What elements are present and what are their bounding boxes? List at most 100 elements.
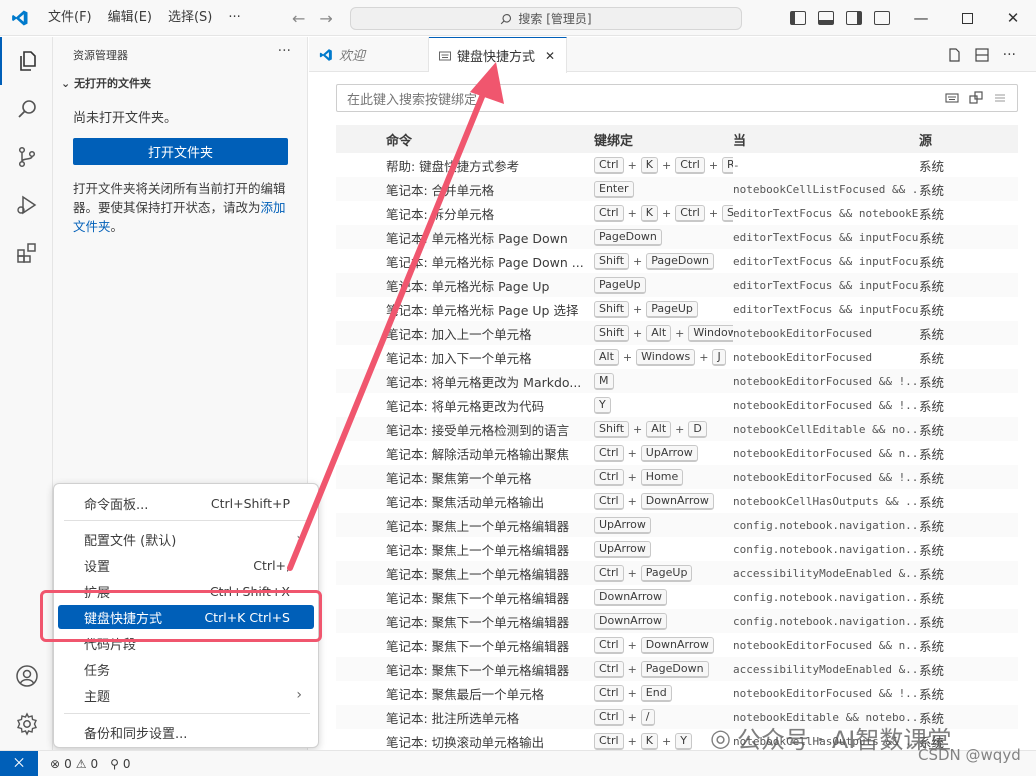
key-separator: + xyxy=(633,254,643,268)
account-icon[interactable] xyxy=(0,652,53,700)
csdn-watermark: CSDN @wqyd xyxy=(918,746,1021,764)
menu-item-shortcut: Ctrl+, xyxy=(253,557,290,573)
menu-item-tasks[interactable]: 任务 xyxy=(58,657,314,681)
back-arrow-icon[interactable]: ← xyxy=(292,9,305,28)
key-separator: + xyxy=(662,734,672,748)
row-command: 笔记本: 批注所选单元格 xyxy=(386,710,520,726)
maximize-button[interactable] xyxy=(944,0,990,36)
key-separator: + xyxy=(627,710,637,724)
table-row[interactable]: 笔记本: 单元格光标 Page Up 选择 Shift + PageUp editorT… xyxy=(336,297,1018,321)
close-button[interactable]: ✕ xyxy=(990,0,1036,36)
table-row[interactable]: 笔记本: 聚焦下一个单元格编辑器 Ctrl + DownArrow notebookEd… xyxy=(336,633,1018,657)
table-row[interactable]: 笔记本: 聚焦上一个单元格编辑器 UpArrow config.notebook.n… xyxy=(336,513,1018,537)
row-command: 笔记本: 聚焦下一个单元格编辑器 xyxy=(386,638,570,654)
menu-item-command-palette[interactable]: 命令面板... Ctrl+Shift+P xyxy=(58,491,314,515)
extensions-icon[interactable] xyxy=(0,229,53,277)
table-row[interactable]: 笔记本: 接受单元格检测到的语言 Shift + Alt + DnotebookCellE… xyxy=(336,417,1018,441)
row-when: config.notebook.navigation... xyxy=(733,614,919,628)
header-when[interactable]: 当 xyxy=(733,130,919,149)
customize-layout-icon[interactable] xyxy=(874,11,890,25)
menu-item-themes[interactable]: 主题 › xyxy=(58,683,314,707)
key-cap: DownArrow xyxy=(594,588,668,606)
row-keybinding: UpArrow xyxy=(594,540,733,558)
row-source: 系统 xyxy=(919,374,945,390)
wechat-watermark: ◎ 公众号 · AI智数课堂 xyxy=(710,720,951,755)
more-actions-icon[interactable]: ··· xyxy=(1003,47,1016,63)
explorer-icon[interactable] xyxy=(0,37,53,85)
run-debug-icon[interactable] xyxy=(0,181,53,229)
source-control-icon[interactable] xyxy=(0,133,53,181)
minimize-button[interactable]: — xyxy=(898,0,944,36)
table-row[interactable]: 笔记本: 聚焦上一个单元格编辑器 UpArrow config.notebook.n… xyxy=(336,537,1018,561)
sort-precedence-icon[interactable] xyxy=(969,91,983,105)
tab-label: 欢迎 xyxy=(339,49,366,64)
open-folder-button[interactable]: 打开文件夹 xyxy=(73,138,288,165)
remote-indicator-icon[interactable]: ⨉ xyxy=(0,750,38,776)
table-row[interactable]: 笔记本: 聚焦下一个单元格编辑器 Ctrl + PageDown accessibili… xyxy=(336,657,1018,681)
table-row[interactable]: 笔记本: 聚焦上一个单元格编辑器 Ctrl + PageUp accessibility… xyxy=(336,561,1018,585)
row-when: notebookCellHasOutputs && ... xyxy=(733,494,919,508)
table-row[interactable]: 笔记本: 单元格光标 Page Down PageDown editorTextFo… xyxy=(336,225,1018,249)
key-cap: End xyxy=(640,684,672,702)
menu-item-settings-sync[interactable]: 备份和同步设置... xyxy=(58,720,314,744)
header-keybinding[interactable]: 键绑定 xyxy=(594,130,733,149)
menu-item-profile[interactable]: 配置文件 (默认) › xyxy=(58,527,314,551)
key-cap: / xyxy=(640,708,655,726)
table-row[interactable]: 帮助: 键盘快捷方式参考 Ctrl + K + Ctrl + R - 系统 xyxy=(336,153,1018,177)
key-separator: + xyxy=(708,158,719,172)
search-icon[interactable] xyxy=(0,85,53,133)
table-row[interactable]: 笔记本: 单元格光标 Page Up PageUp editorTextFocus … xyxy=(336,273,1018,297)
table-row[interactable]: 笔记本: 将单元格更改为代码 YnotebookEditorFocused && … xyxy=(336,393,1018,417)
menu-item-shortcut: Ctrl+Shift+P xyxy=(210,495,290,511)
table-row[interactable]: 笔记本: 聚焦最后一个单元格 Ctrl + End notebookEditorFocu… xyxy=(336,681,1018,705)
problems-status[interactable]: ⊗ 0 ⚠ 0 xyxy=(50,757,98,771)
sidebar-more-button[interactable]: ··· xyxy=(278,43,291,59)
table-row[interactable]: 笔记本: 聚焦下一个单元格编辑器 DownArrow config.notebook… xyxy=(336,585,1018,609)
menu-selection[interactable]: 选择(S) xyxy=(160,0,220,36)
record-keys-icon[interactable] xyxy=(945,91,959,105)
toggle-secondary-sidebar-icon[interactable] xyxy=(846,11,862,25)
activity-bar xyxy=(0,37,53,750)
table-row[interactable]: 笔记本: 聚焦活动单元格输出 Ctrl + DownArrow notebookCell… xyxy=(336,489,1018,513)
no-folder-section[interactable]: ⌄ 无打开的文件夹 xyxy=(61,75,151,91)
ports-status[interactable]: ⚲ 0 xyxy=(110,757,130,771)
menu-item-settings[interactable]: 设置 Ctrl+, xyxy=(58,553,314,577)
table-row[interactable]: 笔记本: 解除活动单元格输出聚焦 Ctrl + UpArrow notebookEdit… xyxy=(336,441,1018,465)
clear-search-icon[interactable] xyxy=(993,91,1007,105)
row-keybinding: UpArrow xyxy=(594,516,733,534)
keybindings-search-input[interactable]: 在此键入搜索按键绑定 xyxy=(336,84,1018,112)
key-cap: Alt xyxy=(594,348,619,366)
table-row[interactable]: 笔记本: 聚焦下一个单元格编辑器 DownArrow config.notebook… xyxy=(336,609,1018,633)
warning-icon: ⚠ xyxy=(75,756,87,771)
menu-edit[interactable]: 编辑(E) xyxy=(100,0,160,36)
table-row[interactable]: 笔记本: 合并单元格 Enter notebookCellListFocused &… xyxy=(336,177,1018,201)
key-separator: + xyxy=(708,206,719,220)
split-editor-icon[interactable] xyxy=(975,47,989,62)
row-source: 系统 xyxy=(919,350,945,366)
key-cap: PageDown xyxy=(640,660,709,678)
table-row[interactable]: 笔记本: 聚焦第一个单元格 Ctrl + Home notebookEditorFocu… xyxy=(336,465,1018,489)
command-center-search[interactable]: 搜索 [管理员] xyxy=(350,7,742,30)
table-row[interactable]: 笔记本: 将单元格更改为 Markdo... MnotebookEditorFoc… xyxy=(336,369,1018,393)
tab-keyboard-shortcuts[interactable]: 键盘快捷方式 ✕ xyxy=(429,37,567,73)
toggle-sidebar-icon[interactable] xyxy=(790,11,806,25)
tab-welcome[interactable]: 欢迎 xyxy=(309,37,429,72)
toggle-panel-icon[interactable] xyxy=(818,11,834,25)
open-json-icon[interactable] xyxy=(947,47,961,62)
key-separator: + xyxy=(627,566,637,580)
table-row[interactable]: 笔记本: 加入下一个单元格 Alt + Windows + JnotebookEditor… xyxy=(336,345,1018,369)
menu-file[interactable]: 文件(F) xyxy=(40,0,100,36)
close-tab-icon[interactable]: ✕ xyxy=(545,49,555,63)
row-source: 系统 xyxy=(919,518,945,534)
table-row[interactable]: 笔记本: 加入上一个单元格Shift+Alt+WindowsnotebookEd… xyxy=(336,321,1018,345)
header-source[interactable]: 源 xyxy=(919,130,1018,149)
table-row[interactable]: 笔记本: 单元格光标 Page Down ... Shift + PageDown ed… xyxy=(336,249,1018,273)
menu-more[interactable]: ··· xyxy=(220,0,248,36)
row-keybinding: Ctrl+K+Ctrl+Shift xyxy=(594,204,733,222)
row-command: 笔记本: 加入下一个单元格 xyxy=(386,350,532,366)
header-command[interactable]: 命令 xyxy=(336,130,594,149)
forward-arrow-icon[interactable]: → xyxy=(319,9,332,28)
table-row[interactable]: 笔记本: 拆分单元格Ctrl+K+Ctrl+ShifteditorTextFoc… xyxy=(336,201,1018,225)
manage-gear-icon[interactable] xyxy=(0,700,53,748)
row-when: notebookEditorFocused && !... xyxy=(733,374,919,388)
